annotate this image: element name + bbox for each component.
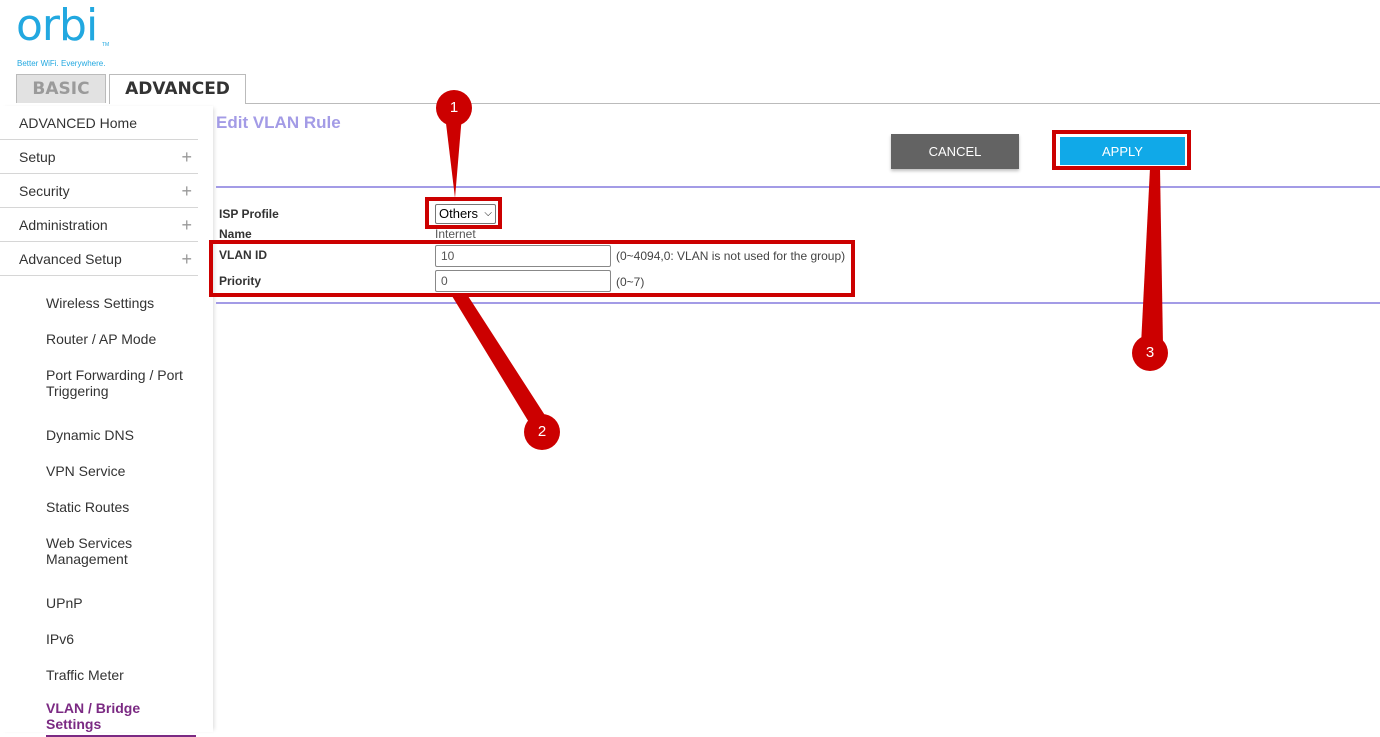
- callout-pointer-1: [445, 115, 462, 198]
- callout-badge-1: 1: [436, 90, 472, 126]
- highlight-vlan-fields: [209, 240, 855, 297]
- callout-pointer-3: [1141, 168, 1163, 345]
- callout-badge-2: 2: [524, 414, 560, 450]
- callout-pointers: [445, 115, 1163, 424]
- highlight-isp-profile: [425, 197, 502, 229]
- callout-pointer-2: [452, 296, 548, 424]
- callout-badge-3: 3: [1132, 335, 1168, 371]
- highlight-apply: [1052, 130, 1191, 170]
